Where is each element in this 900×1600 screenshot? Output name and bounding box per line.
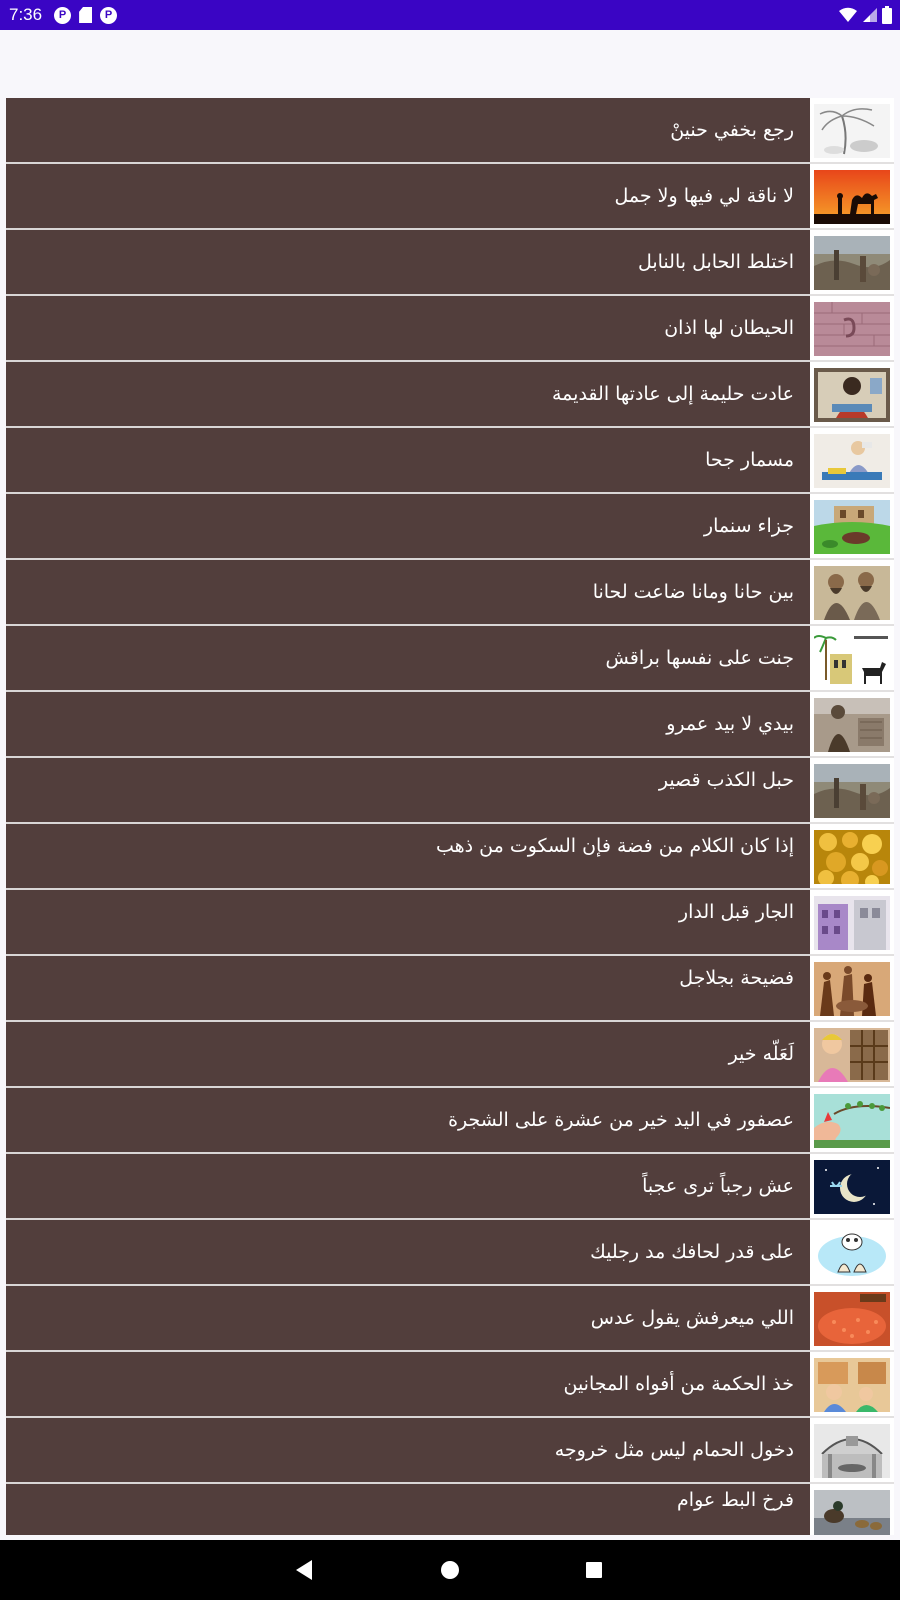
list-item[interactable]: الجار قبل الدار xyxy=(0,890,900,956)
list-item[interactable]: عادت حليمة إلى عادتها القديمة xyxy=(0,362,900,428)
list-item[interactable]: اللي ميعرفش يقول عدس xyxy=(0,1286,900,1352)
list-item-label[interactable]: جنت على نفسها براقش xyxy=(6,626,810,690)
list-item-thumbnail[interactable] xyxy=(810,824,894,890)
proverbs-list[interactable]: رجع بخفي حنينْ لا ناقة لي فيها ولا جمل ا… xyxy=(0,98,900,1535)
notification-icon: P xyxy=(100,6,118,24)
list-item-thumbnail[interactable] xyxy=(810,1286,894,1352)
list-item-label[interactable]: اللي ميعرفش يقول عدس xyxy=(6,1286,810,1350)
list-item-label[interactable]: مسمار جحا xyxy=(6,428,810,492)
list-item[interactable]: لا ناقة لي فيها ولا جمل xyxy=(0,164,900,230)
list-item-label[interactable]: عادت حليمة إلى عادتها القديمة xyxy=(6,362,810,426)
list-item[interactable]: لَعَلّه خير xyxy=(0,1022,900,1088)
list-item-label[interactable]: لا ناقة لي فيها ولا جمل xyxy=(6,164,810,228)
list-item-label[interactable]: عصفور في اليد خير من عشرة على الشجرة xyxy=(6,1088,810,1152)
list-item-thumbnail[interactable] xyxy=(810,692,894,758)
list-item-thumbnail[interactable] xyxy=(810,1088,894,1154)
list-item-label[interactable]: رجع بخفي حنينْ xyxy=(6,98,810,162)
recents-icon[interactable] xyxy=(564,1540,624,1600)
home-icon[interactable] xyxy=(420,1540,480,1600)
list-item-label[interactable]: الجار قبل الدار xyxy=(6,890,810,954)
list-item[interactable]: مسمار جحا xyxy=(0,428,900,494)
list-item-label[interactable]: خذ الحكمة من أفواه المجانين xyxy=(6,1352,810,1416)
list-item-thumbnail[interactable] xyxy=(810,1022,894,1088)
status-bar: 7:36 P P xyxy=(0,0,900,30)
list-item-thumbnail[interactable] xyxy=(810,164,894,230)
list-item-thumbnail[interactable] xyxy=(810,956,894,1022)
list-item-label[interactable]: اختلط الحابل بالنابل xyxy=(6,230,810,294)
list-item[interactable]: عصفور في اليد خير من عشرة على الشجرة xyxy=(0,1088,900,1154)
list-item-thumbnail[interactable] xyxy=(810,1352,894,1418)
list-item-label[interactable]: لَعَلّه خير xyxy=(6,1022,810,1086)
list-item[interactable]: بين حانا ومانا ضاعت لحانا xyxy=(0,560,900,626)
list-item-thumbnail[interactable] xyxy=(810,494,894,560)
back-icon[interactable] xyxy=(274,1540,334,1600)
list-item-label[interactable]: بيدي لا بيد عمرو xyxy=(6,692,810,756)
list-item-thumbnail[interactable] xyxy=(810,890,894,956)
status-time: 7:36 xyxy=(9,5,43,24)
wifi-icon xyxy=(839,7,857,27)
sd-card-icon xyxy=(79,7,93,23)
list-item-thumbnail[interactable] xyxy=(810,230,894,296)
signal-icon xyxy=(862,7,877,27)
battery-icon xyxy=(882,6,892,28)
list-item[interactable]: جزاء سنمار xyxy=(0,494,900,560)
list-item-label[interactable]: حبل الكذب قصير xyxy=(6,758,810,822)
list-item-thumbnail[interactable] xyxy=(810,1418,894,1484)
list-item-thumbnail[interactable] xyxy=(810,1220,894,1286)
list-item-thumbnail[interactable] xyxy=(810,560,894,626)
list-item-thumbnail[interactable] xyxy=(810,428,894,494)
list-item[interactable]: جنت على نفسها براقش xyxy=(0,626,900,692)
list-item[interactable]: حبل الكذب قصير xyxy=(0,758,900,824)
list-item[interactable]: رجع بخفي حنينْ xyxy=(0,98,900,164)
list-item[interactable]: بيدي لا بيد عمرو xyxy=(0,692,900,758)
list-item-thumbnail[interactable] xyxy=(810,1484,894,1535)
list-item-label[interactable]: بين حانا ومانا ضاعت لحانا xyxy=(6,560,810,624)
list-item[interactable]: على قدر لحافك مد رجليك xyxy=(0,1220,900,1286)
list-item[interactable]: دخول الحمام ليس مثل خروجه xyxy=(0,1418,900,1484)
navigation-bar xyxy=(0,1540,900,1600)
list-item-label[interactable]: على قدر لحافك مد رجليك xyxy=(6,1220,810,1284)
list-item[interactable]: الحيطان لها اذان xyxy=(0,296,900,362)
list-item-label[interactable]: جزاء سنمار xyxy=(6,494,810,558)
app-toolbar xyxy=(0,30,900,98)
list-item[interactable]: إذا كان الكلام من فضة فإن السكوت من ذهب xyxy=(0,824,900,890)
list-item-label[interactable]: فرخ البط عوام xyxy=(6,1484,810,1535)
list-item-thumbnail[interactable] xyxy=(810,758,894,824)
list-item[interactable]: فضيحة بجلاجل xyxy=(0,956,900,1022)
list-item-thumbnail[interactable] xyxy=(810,626,894,692)
list-item[interactable]: عش رجباً ترى عجباً xyxy=(0,1154,900,1220)
list-item[interactable]: خذ الحكمة من أفواه المجانين xyxy=(0,1352,900,1418)
list-item-label[interactable]: فضيحة بجلاجل xyxy=(6,956,810,1020)
list-item-thumbnail[interactable] xyxy=(810,1154,894,1220)
list-item-label[interactable]: دخول الحمام ليس مثل خروجه xyxy=(6,1418,810,1482)
list-item[interactable]: فرخ البط عوام xyxy=(0,1484,900,1535)
notification-icon: P xyxy=(54,6,72,24)
list-item-label[interactable]: عش رجباً ترى عجباً xyxy=(6,1154,810,1218)
list-item-label[interactable]: الحيطان لها اذان xyxy=(6,296,810,360)
list-item[interactable]: اختلط الحابل بالنابل xyxy=(0,230,900,296)
list-item-thumbnail[interactable] xyxy=(810,296,894,362)
list-item-label[interactable]: إذا كان الكلام من فضة فإن السكوت من ذهب xyxy=(6,824,810,888)
list-item-thumbnail[interactable] xyxy=(810,98,894,164)
list-item-thumbnail[interactable] xyxy=(810,362,894,428)
